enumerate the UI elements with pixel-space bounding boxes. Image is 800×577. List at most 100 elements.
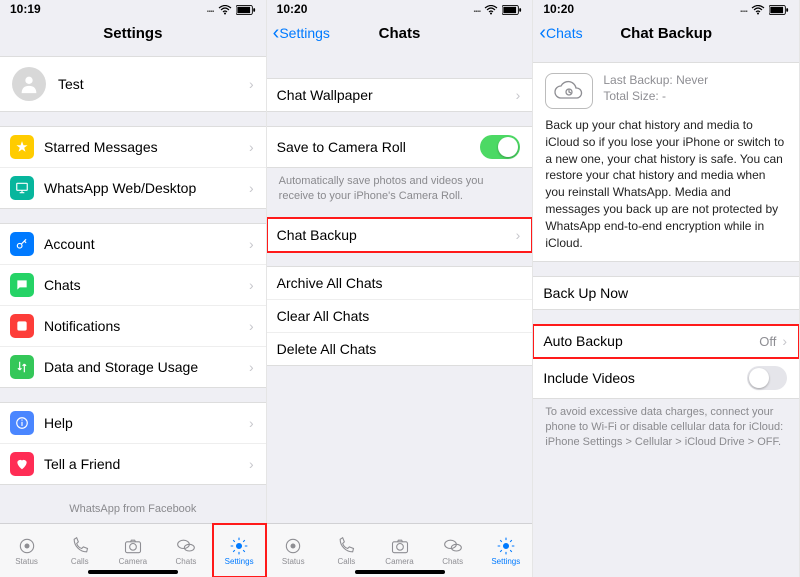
page-title: Settings: [103, 25, 162, 42]
tab-label: Chats: [442, 557, 463, 566]
row-auto-backup[interactable]: Auto Backup Off ›: [533, 325, 799, 358]
row-label: Starred Messages: [44, 139, 249, 155]
row-account[interactable]: Account ›: [0, 224, 266, 265]
bell-icon: [10, 314, 34, 338]
toggle-include-videos[interactable]: [747, 366, 787, 390]
row-chat-backup[interactable]: Chat Backup ›: [267, 219, 533, 251]
chats-icon: [174, 536, 198, 556]
tab-label: Chats: [176, 557, 197, 566]
content: Chat Wallpaper › Save to Camera Roll Aut…: [267, 48, 533, 523]
content: Test › Starred Messages › WhatsApp Web/D…: [0, 48, 266, 523]
row-include-videos[interactable]: Include Videos: [533, 358, 799, 398]
last-backup-label: Last Backup:: [603, 73, 672, 87]
row-label: Tell a Friend: [44, 456, 249, 472]
row-label: Back Up Now: [543, 285, 787, 301]
row-help[interactable]: Help ›: [0, 403, 266, 444]
group-auto-backup: Auto Backup Off › Include Videos: [533, 324, 799, 399]
nav-header: Settings: [0, 18, 266, 48]
chevron-right-icon: ›: [249, 180, 254, 196]
data-icon: [10, 355, 34, 379]
row-tell-friend[interactable]: Tell a Friend ›: [0, 444, 266, 484]
battery-icon: [769, 2, 789, 16]
backup-info-card: Last Backup: Never Total Size: - Back up…: [533, 62, 799, 262]
nav-header: ‹Settings Chats: [267, 18, 533, 48]
info-icon: [10, 411, 34, 435]
back-label: Settings: [279, 25, 330, 41]
row-label: Chat Wallpaper: [277, 87, 516, 103]
battery-icon: [502, 2, 522, 16]
profile-name: Test: [58, 76, 249, 92]
row-label: Account: [44, 236, 249, 252]
group-starred: Starred Messages › WhatsApp Web/Desktop …: [0, 126, 266, 209]
footer-text: WhatsApp from Facebook: [0, 503, 266, 515]
row-label: Help: [44, 415, 249, 431]
tab-label: Settings: [225, 557, 254, 566]
chevron-right-icon: ›: [782, 333, 787, 349]
status-icons: ....: [473, 2, 522, 16]
cellular-icon: ....: [207, 4, 214, 15]
content: Last Backup: Never Total Size: - Back up…: [533, 48, 799, 577]
avatar-icon: [12, 67, 46, 101]
caption-camera-roll: Automatically save photos and videos you…: [267, 168, 533, 204]
profile-row[interactable]: Test ›: [0, 57, 266, 111]
screen-chats-settings: 10:20 .... ‹Settings Chats Chat Wallpape…: [267, 0, 534, 577]
row-save-camera-roll[interactable]: Save to Camera Roll: [267, 127, 533, 167]
row-label: Chat Backup: [277, 227, 516, 243]
status-icons: ....: [740, 2, 789, 16]
group-chat-backup: Chat Backup ›: [267, 218, 533, 252]
tab-bar: Status Calls Camera Chats Settings: [0, 523, 266, 577]
chats-icon: [441, 536, 465, 556]
group-camera-roll: Save to Camera Roll: [267, 126, 533, 168]
toggle-camera-roll[interactable]: [480, 135, 520, 159]
group-help: Help › Tell a Friend ›: [0, 402, 266, 485]
back-label: Chats: [546, 25, 583, 41]
tab-status[interactable]: Status: [267, 524, 320, 577]
clock: 10:19: [10, 2, 41, 16]
tab-label: Camera: [385, 557, 413, 566]
tab-status[interactable]: Status: [0, 524, 53, 577]
tab-settings[interactable]: Settings: [213, 524, 266, 577]
status-bar: 10:20 ....: [533, 0, 799, 14]
row-delete-all[interactable]: Delete All Chats: [267, 333, 533, 365]
heart-icon: [10, 452, 34, 476]
row-notifications[interactable]: Notifications ›: [0, 306, 266, 347]
row-label: Notifications: [44, 318, 249, 334]
status-bar: 10:19 ....: [0, 0, 266, 14]
phone-icon: [334, 536, 358, 556]
screen-settings: 10:19 .... Settings Test › Starred Messa…: [0, 0, 267, 577]
status-icon: [281, 536, 305, 556]
back-button[interactable]: ‹Chats: [539, 25, 582, 41]
profile-group: Test ›: [0, 56, 266, 112]
chevron-right-icon: ›: [249, 236, 254, 252]
group-account: Account › Chats › Notifications › Data a…: [0, 223, 266, 388]
status-bar: 10:20 ....: [267, 0, 533, 14]
phone-icon: [68, 536, 92, 556]
row-archive-all[interactable]: Archive All Chats: [267, 267, 533, 300]
row-label: Clear All Chats: [277, 308, 521, 324]
row-whatsapp-web[interactable]: WhatsApp Web/Desktop ›: [0, 168, 266, 208]
row-label: WhatsApp Web/Desktop: [44, 180, 249, 196]
home-indicator: [88, 570, 178, 574]
row-data-storage[interactable]: Data and Storage Usage ›: [0, 347, 266, 387]
clock: 10:20: [543, 2, 574, 16]
row-label: Delete All Chats: [277, 341, 521, 357]
total-size-label: Total Size:: [603, 89, 658, 103]
chevron-right-icon: ›: [249, 359, 254, 375]
tab-settings[interactable]: Settings: [479, 524, 532, 577]
page-title: Chats: [379, 25, 421, 42]
row-clear-all[interactable]: Clear All Chats: [267, 300, 533, 333]
chevron-right-icon: ›: [249, 277, 254, 293]
row-label: Data and Storage Usage: [44, 359, 249, 375]
row-label: Chats: [44, 277, 249, 293]
row-chats[interactable]: Chats ›: [0, 265, 266, 306]
row-backup-now[interactable]: Back Up Now: [533, 277, 799, 309]
status-icon: [15, 536, 39, 556]
group-backup-now: Back Up Now: [533, 276, 799, 310]
wifi-icon: [218, 2, 232, 16]
page-title: Chat Backup: [620, 25, 712, 42]
row-label: Archive All Chats: [277, 275, 521, 291]
row-starred-messages[interactable]: Starred Messages ›: [0, 127, 266, 168]
row-chat-wallpaper[interactable]: Chat Wallpaper ›: [267, 79, 533, 111]
chevron-right-icon: ›: [249, 415, 254, 431]
back-button[interactable]: ‹Settings: [273, 25, 330, 41]
